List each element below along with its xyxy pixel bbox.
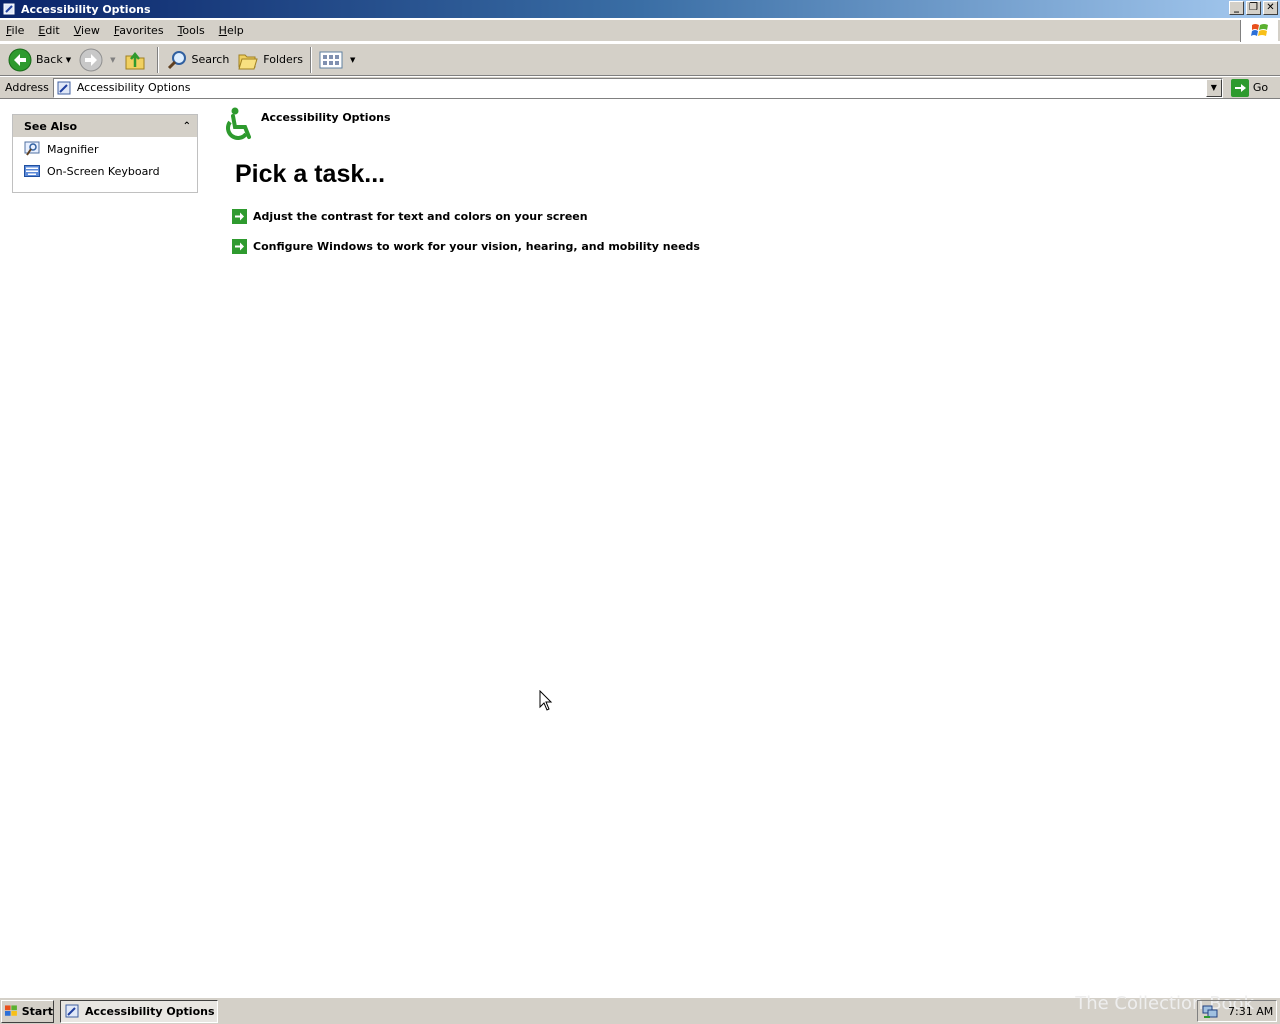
see-also-on-screen-keyboard[interactable]: On-Screen Keyboard <box>13 161 197 181</box>
windows-logo-icon <box>1240 20 1278 42</box>
control-panel-icon <box>3 3 15 15</box>
forward-button[interactable]: ▼ <box>75 46 119 74</box>
mouse-cursor-icon <box>539 690 553 711</box>
collapse-chevron-icon[interactable]: ⌃ <box>183 121 191 132</box>
forward-arrow-icon <box>79 48 103 71</box>
see-also-panel: See Also ⌃ Magnifier On-Screen Keyboard <box>12 114 198 193</box>
task-configure-windows[interactable]: Configure Windows to work for your visio… <box>232 239 700 254</box>
menu-bar: File Edit View Favorites Tools Help <box>0 20 1280 42</box>
go-arrow-icon <box>1230 78 1249 97</box>
menu-help[interactable]: Help <box>213 24 250 37</box>
accessibility-icon <box>226 107 251 140</box>
go-button[interactable]: Go <box>1230 78 1268 97</box>
forward-dropdown-icon[interactable]: ▼ <box>110 56 115 64</box>
views-icon <box>319 51 343 68</box>
folders-icon <box>238 54 258 69</box>
restore-button[interactable]: ❐ <box>1246 1 1261 15</box>
search-button[interactable]: Search <box>162 46 234 74</box>
back-arrow-icon <box>8 48 32 71</box>
up-folder-button[interactable] <box>120 46 154 74</box>
toolbar-separator <box>156 46 159 73</box>
views-button[interactable]: ▼ <box>315 46 359 74</box>
system-tray: 7:31 AM <box>1197 1000 1277 1022</box>
address-value: Accessibility Options <box>76 81 191 94</box>
menu-edit[interactable]: Edit <box>32 24 65 37</box>
windows-flag-icon <box>5 1005 17 1016</box>
magnifier-icon <box>24 141 40 156</box>
keyboard-icon <box>24 165 40 177</box>
minimize-button[interactable]: _ <box>1229 1 1244 15</box>
up-folder-icon <box>125 51 144 69</box>
see-also-header[interactable]: See Also ⌃ <box>13 115 197 137</box>
menu-tools[interactable]: Tools <box>172 24 211 37</box>
back-button[interactable]: Back ▼ <box>4 46 75 74</box>
address-bar: Address Accessibility Options ▼ Go <box>0 77 1280 99</box>
network-icon[interactable] <box>1202 1003 1218 1019</box>
address-label: Address <box>5 81 49 94</box>
task-adjust-contrast[interactable]: Adjust the contrast for text and colors … <box>232 209 588 224</box>
window-title: Accessibility Options <box>21 2 151 16</box>
toolbar: Back ▼ ▼ Search Folders ▼ <box>0 44 1280 76</box>
toolbar-separator <box>310 46 313 73</box>
task-arrow-icon <box>232 239 247 254</box>
taskbar: Start Accessibility Options The Collecti… <box>0 993 1280 1024</box>
control-panel-icon <box>65 1004 79 1018</box>
search-icon <box>167 50 186 69</box>
category-title: Accessibility Options <box>261 111 391 124</box>
close-button[interactable]: ✕ <box>1263 1 1278 15</box>
control-panel-icon <box>57 81 71 94</box>
address-input[interactable]: Accessibility Options ▼ <box>52 77 1223 98</box>
page-title: Pick a task... <box>235 160 386 188</box>
taskbar-item-accessibility-options[interactable]: Accessibility Options <box>60 999 218 1023</box>
back-dropdown-icon[interactable]: ▼ <box>66 56 71 64</box>
menu-view[interactable]: View <box>68 24 106 37</box>
address-dropdown-button[interactable]: ▼ <box>1205 78 1222 97</box>
folders-button[interactable]: Folders <box>233 46 307 74</box>
views-dropdown-icon[interactable]: ▼ <box>350 56 355 64</box>
start-button[interactable]: Start <box>1 999 54 1023</box>
menu-file[interactable]: File <box>0 24 30 37</box>
content-area: See Also ⌃ Magnifier On-Screen Keyboard <box>0 100 1280 996</box>
clock[interactable]: 7:31 AM <box>1228 1005 1273 1018</box>
title-bar[interactable]: Accessibility Options _ ❐ ✕ <box>0 0 1280 18</box>
task-arrow-icon <box>232 209 247 224</box>
menu-favorites[interactable]: Favorites <box>108 24 170 37</box>
see-also-magnifier[interactable]: Magnifier <box>13 139 197 159</box>
